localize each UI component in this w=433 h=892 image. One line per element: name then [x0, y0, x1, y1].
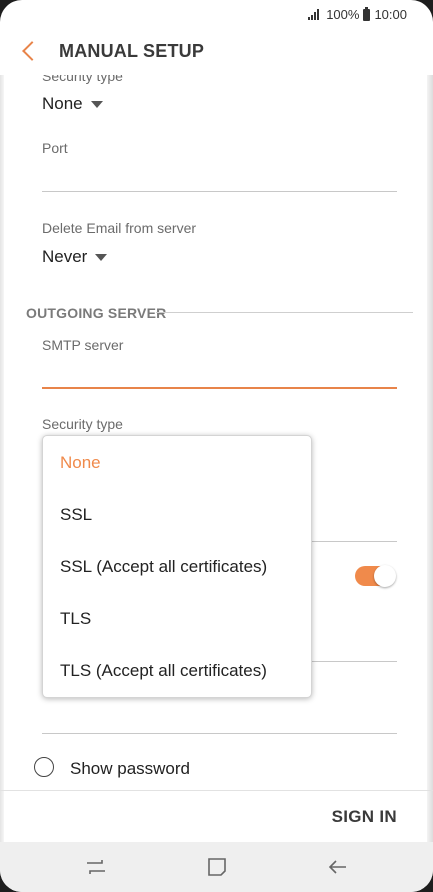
battery-icon — [363, 6, 371, 21]
toggle-knob — [374, 565, 396, 587]
delete-email-value: Never — [42, 247, 88, 266]
app-bar: MANUAL SETUP — [0, 30, 433, 75]
smtp-server-label: SMTP server — [42, 337, 124, 353]
screen-edge-right — [427, 40, 433, 852]
dropdown-option-tls[interactable]: TLS — [60, 609, 91, 629]
show-password-label[interactable]: Show password — [70, 759, 190, 779]
port-label: Port — [42, 140, 68, 156]
back-arrow-icon[interactable] — [323, 852, 353, 882]
battery-percent: 100% — [326, 7, 360, 22]
clock: 10:00 — [374, 7, 407, 22]
port-underline — [42, 191, 397, 192]
show-password-checkbox[interactable] — [34, 757, 54, 777]
navigation-bar — [0, 842, 433, 892]
password-underline — [42, 733, 397, 734]
phone-screen: 100% 10:00 Security type None Port Delet… — [0, 0, 433, 892]
status-bar: 100% 10:00 — [0, 0, 433, 30]
security-type-dropdown: None SSL SSL (Accept all certificates) T… — [42, 435, 312, 698]
dropdown-option-ssl-accept-all[interactable]: SSL (Accept all certificates) — [60, 557, 267, 577]
signal-icon — [308, 9, 322, 20]
smtp-server-input[interactable] — [42, 359, 397, 387]
recent-apps-icon[interactable] — [81, 852, 111, 882]
dropdown-caret-icon — [95, 253, 108, 261]
bottom-divider — [0, 790, 433, 791]
status-icons: 100% 10:00 — [308, 6, 407, 22]
back-chevron-icon[interactable] — [22, 41, 42, 61]
sign-in-button[interactable]: SIGN IN — [332, 807, 397, 827]
page-title: MANUAL SETUP — [59, 41, 205, 61]
dropdown-option-none[interactable]: None — [60, 453, 101, 473]
delete-email-select[interactable]: Never — [42, 247, 108, 267]
dropdown-option-ssl[interactable]: SSL — [60, 505, 92, 525]
screen-edge-left — [0, 40, 4, 852]
outgoing-server-header: OUTGOING SERVER — [26, 305, 167, 321]
incoming-security-type-select[interactable]: None — [42, 94, 103, 114]
authentication-toggle[interactable] — [355, 565, 396, 587]
dropdown-option-tls-accept-all[interactable]: TLS (Accept all certificates) — [60, 661, 267, 681]
home-icon[interactable] — [202, 852, 232, 882]
port-input[interactable] — [42, 162, 397, 190]
outgoing-security-type-label: Security type — [42, 416, 123, 432]
dropdown-caret-icon — [90, 100, 103, 108]
delete-email-label: Delete Email from server — [42, 220, 197, 236]
smtp-server-underline — [42, 387, 397, 389]
section-divider — [156, 312, 413, 313]
incoming-security-type-value: None — [42, 94, 83, 113]
